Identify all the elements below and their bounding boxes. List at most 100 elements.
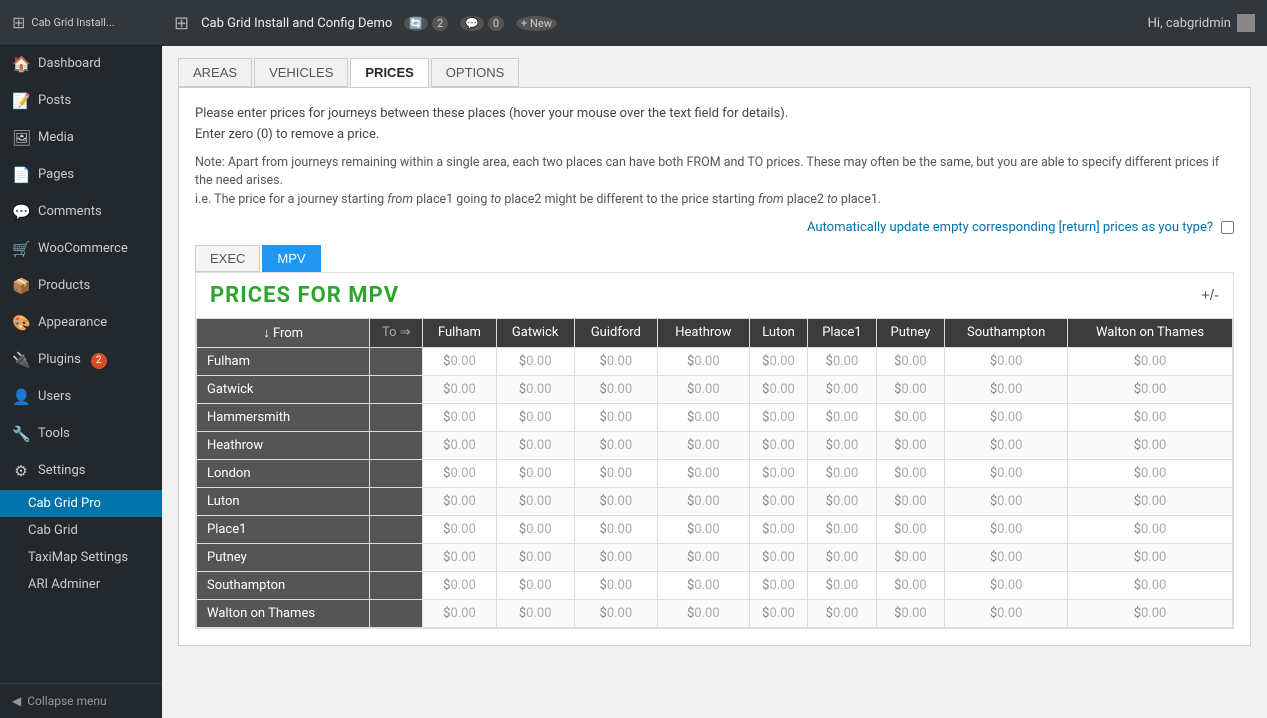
sidebar-item-woocommerce[interactable]: 🛒 WooCommerce (0, 231, 162, 268)
tab-options[interactable]: OPTIONS (431, 58, 520, 87)
price-cell[interactable]: $0.00 (1068, 543, 1233, 571)
price-cell[interactable]: $0.00 (496, 431, 574, 459)
price-cell[interactable]: $0.00 (1068, 487, 1233, 515)
sidebar-item-products[interactable]: 📦 Products (0, 268, 162, 305)
price-cell[interactable]: $0.00 (423, 347, 496, 375)
sidebar-item-dashboard[interactable]: 🏠 Dashboard (0, 46, 162, 83)
sidebar-item-cab-grid[interactable]: Cab Grid (0, 517, 162, 544)
tab-prices[interactable]: PRICES (350, 58, 428, 87)
sidebar-item-tools[interactable]: 🔧 Tools (0, 416, 162, 453)
price-cell[interactable]: $0.00 (574, 515, 657, 543)
sidebar-item-cab-grid-pro[interactable]: Cab Grid Pro (0, 490, 162, 517)
tab-vehicles[interactable]: VEHICLES (254, 58, 348, 87)
price-cell[interactable]: $0.00 (876, 487, 945, 515)
price-cell[interactable]: $0.00 (1068, 599, 1233, 627)
vehicle-tab-exec[interactable]: EXEC (195, 245, 260, 272)
price-cell[interactable]: $0.00 (496, 375, 574, 403)
price-cell[interactable]: $0.00 (1068, 375, 1233, 403)
price-cell[interactable]: $0.00 (808, 515, 876, 543)
price-cell[interactable]: $0.00 (808, 375, 876, 403)
updates-item[interactable]: 🔄 2 (404, 16, 448, 31)
price-cell[interactable]: $0.00 (423, 403, 496, 431)
price-cell[interactable]: $0.00 (749, 431, 808, 459)
price-cell[interactable]: $0.00 (657, 403, 749, 431)
price-cell[interactable]: $0.00 (574, 599, 657, 627)
price-cell[interactable]: $0.00 (749, 515, 808, 543)
price-cell[interactable]: $0.00 (574, 375, 657, 403)
price-cell[interactable]: $0.00 (423, 431, 496, 459)
sidebar-item-appearance[interactable]: 🎨 Appearance (0, 305, 162, 342)
price-cell[interactable]: $0.00 (657, 375, 749, 403)
price-cell[interactable]: $0.00 (876, 431, 945, 459)
price-cell[interactable]: $0.00 (876, 571, 945, 599)
price-cell[interactable]: $0.00 (945, 543, 1068, 571)
price-cell[interactable]: $0.00 (808, 459, 876, 487)
price-cell[interactable]: $0.00 (808, 347, 876, 375)
price-cell[interactable]: $0.00 (1068, 571, 1233, 599)
price-cell[interactable]: $0.00 (657, 487, 749, 515)
price-cell[interactable]: $0.00 (423, 515, 496, 543)
price-cell[interactable]: $0.00 (423, 543, 496, 571)
price-cell[interactable]: $0.00 (808, 487, 876, 515)
price-cell[interactable]: $0.00 (945, 599, 1068, 627)
price-cell[interactable]: $0.00 (808, 403, 876, 431)
price-cell[interactable]: $0.00 (496, 403, 574, 431)
sidebar-item-settings[interactable]: ⚙ Settings (0, 453, 162, 490)
price-cell[interactable]: $0.00 (749, 599, 808, 627)
price-cell[interactable]: $0.00 (945, 459, 1068, 487)
price-cell[interactable]: $0.00 (657, 543, 749, 571)
price-cell[interactable]: $0.00 (876, 515, 945, 543)
price-cell[interactable]: $0.00 (945, 375, 1068, 403)
sidebar-item-users[interactable]: 👤 Users (0, 379, 162, 416)
price-cell[interactable]: $0.00 (1068, 515, 1233, 543)
sidebar-item-media[interactable]: 🖼 Media (0, 120, 162, 157)
price-cell[interactable]: $0.00 (657, 459, 749, 487)
price-cell[interactable]: $0.00 (1068, 403, 1233, 431)
price-cell[interactable]: $0.00 (945, 487, 1068, 515)
price-cell[interactable]: $0.00 (574, 403, 657, 431)
price-cell[interactable]: $0.00 (749, 375, 808, 403)
plus-minus-button[interactable]: +/- (1201, 287, 1219, 304)
price-cell[interactable]: $0.00 (657, 571, 749, 599)
sidebar-item-taximap[interactable]: TaxiMap Settings (0, 544, 162, 571)
price-cell[interactable]: $0.00 (657, 515, 749, 543)
new-item[interactable]: + New (516, 16, 557, 31)
price-cell[interactable]: $0.00 (423, 459, 496, 487)
price-cell[interactable]: $0.00 (945, 347, 1068, 375)
price-cell[interactable]: $0.00 (574, 543, 657, 571)
sidebar-item-ari-adminer[interactable]: ARI Adminer (0, 571, 162, 598)
sidebar-item-pages[interactable]: 📄 Pages (0, 157, 162, 194)
sidebar-item-posts[interactable]: 📝 Posts (0, 83, 162, 120)
price-cell[interactable]: $0.00 (574, 431, 657, 459)
price-cell[interactable]: $0.00 (749, 487, 808, 515)
price-cell[interactable]: $0.00 (749, 571, 808, 599)
price-cell[interactable]: $0.00 (876, 599, 945, 627)
price-cell[interactable]: $0.00 (1068, 459, 1233, 487)
price-cell[interactable]: $0.00 (945, 403, 1068, 431)
price-cell[interactable]: $0.00 (423, 487, 496, 515)
price-cell[interactable]: $0.00 (876, 347, 945, 375)
price-cell[interactable]: $0.00 (657, 599, 749, 627)
price-cell[interactable]: $0.00 (876, 543, 945, 571)
collapse-menu-button[interactable]: ◀ Collapse menu (0, 683, 162, 718)
price-cell[interactable]: $0.00 (496, 487, 574, 515)
price-cell[interactable]: $0.00 (808, 571, 876, 599)
price-cell[interactable]: $0.00 (423, 571, 496, 599)
price-cell[interactable]: $0.00 (876, 459, 945, 487)
comments-item[interactable]: 💬 0 (460, 16, 504, 31)
price-cell[interactable]: $0.00 (423, 375, 496, 403)
price-cell[interactable]: $0.00 (496, 347, 574, 375)
price-cell[interactable]: $0.00 (496, 459, 574, 487)
price-cell[interactable]: $0.00 (1068, 431, 1233, 459)
price-cell[interactable]: $0.00 (945, 515, 1068, 543)
price-cell[interactable]: $0.00 (657, 347, 749, 375)
price-cell[interactable]: $0.00 (423, 599, 496, 627)
price-cell[interactable]: $0.00 (496, 571, 574, 599)
sidebar-item-plugins[interactable]: 🔌 Plugins 2 (0, 342, 162, 379)
price-cell[interactable]: $0.00 (749, 403, 808, 431)
price-cell[interactable]: $0.00 (574, 347, 657, 375)
price-cell[interactable]: $0.00 (496, 543, 574, 571)
admin-site-title[interactable]: Cab Grid Install and Config Demo (201, 16, 392, 31)
auto-update-checkbox[interactable] (1221, 221, 1234, 234)
price-cell[interactable]: $0.00 (749, 459, 808, 487)
